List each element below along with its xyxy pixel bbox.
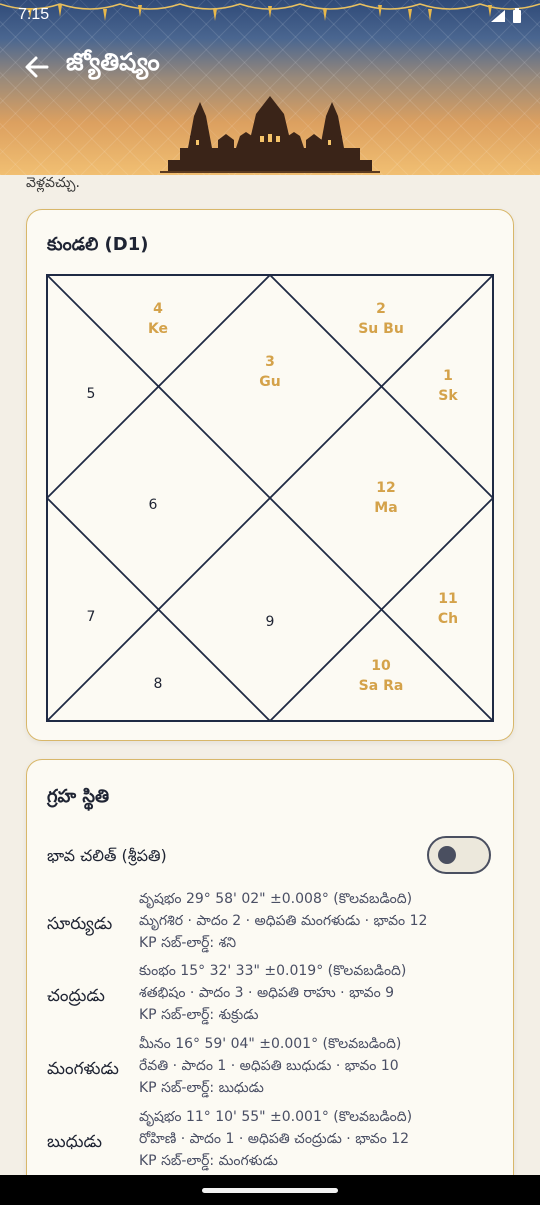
- planet-row-mars: మంగళుడు మీనం 16° 59' 04" ±0.001° (కొలవబడ…: [47, 1033, 497, 1105]
- planet-kp-sublord: KP సబ్-లార్డ్: శని: [139, 935, 237, 951]
- planet-position: మీనం 16° 59' 04" ±0.001° (కొలవబడింది): [139, 1036, 402, 1052]
- planet-position: వృషభం 11° 10' 55" ±0.001° (కొలవబడింది): [139, 1109, 413, 1125]
- kundali-title: కుండలి (D1): [47, 234, 149, 255]
- system-navigation-bar: [0, 1175, 540, 1205]
- bhava-chalit-label: భావ చలిత్ (శ్రీపతి): [47, 846, 167, 865]
- graha-title: గ్రహ స్థితి: [47, 786, 110, 807]
- graha-sthiti-card: గ్రహ స్థితి భావ చలిత్ (శ్రీపతి) సూర్యుడు…: [26, 759, 514, 1175]
- planet-name: మంగళుడు: [47, 1059, 119, 1079]
- planet-row-sun: సూర్యుడు వృషభం 29° 58' 02" ±0.008° (కొలవ…: [47, 888, 497, 960]
- house-planets-2: Su Bu: [358, 321, 404, 337]
- house-number-9: 9: [266, 614, 275, 630]
- planet-kp-sublord: KP సబ్-లార్డ్: మంగళుడు: [139, 1153, 278, 1169]
- planet-name: సూర్యుడు: [47, 914, 113, 934]
- planet-row-moon: చంద్రుడు కుంభం 15° 32' 33" ±0.019° (కొలవ…: [47, 960, 497, 1032]
- previous-section-text: వెళ్లవచ్చు.: [26, 175, 80, 191]
- planet-details: కుంభం 15° 32' 33" ±0.019° (కొలవబడింది) శ…: [139, 960, 406, 1026]
- house-number-8: 8: [154, 676, 163, 692]
- planet-kp-sublord: KP సబ్-లార్డ్: బుధుడు: [139, 1080, 264, 1096]
- house-planets-12: Ma: [374, 500, 397, 516]
- planet-details: వృషభం 29° 58' 02" ±0.008° (కొలవబడింది) మ…: [139, 888, 427, 954]
- kundali-card: కుండలి (D1) 4 Ke 2 Su Bu 3 Gu 1 Sk 5 6 12 Ma 7 9 11 Ch 8…: [26, 209, 514, 741]
- house-planets-1: Sk: [438, 388, 458, 404]
- house-planets-10: Sa Ra: [359, 678, 404, 694]
- planet-name: బుధుడు: [47, 1132, 102, 1152]
- battery-icon: [513, 8, 521, 23]
- signal-icon: [491, 10, 505, 22]
- house-number-6: 6: [149, 497, 158, 513]
- planet-details: వృషభం 11° 10' 55" ±0.001° (కొలవబడింది) ర…: [139, 1106, 412, 1172]
- planet-details: మీనం 16° 59' 04" ±0.001° (కొలవబడింది) రే…: [139, 1033, 401, 1099]
- house-number-12: 12: [376, 480, 395, 496]
- header-banner: 7:15 జ్యోతిష్యం: [0, 0, 540, 175]
- house-number-11: 11: [438, 591, 457, 607]
- planet-row-mercury: బుధుడు వృషభం 11° 10' 55" ±0.001° (కొలవబడ…: [47, 1106, 497, 1175]
- house-planets-3: Gu: [259, 374, 280, 390]
- planet-nakshatra: మృగశిర · పాదం 2 · అధిపతి మంగళుడు · భావం …: [139, 913, 428, 929]
- status-time: 7:15: [18, 6, 50, 23]
- planet-nakshatra: రోహిణి · పాదం 1 · అధిపతి చంద్రుడు · భావం…: [139, 1131, 410, 1147]
- house-number-4: 4: [153, 301, 163, 317]
- house-number-1: 1: [443, 368, 453, 384]
- planet-name: చంద్రుడు: [47, 986, 105, 1006]
- back-arrow-icon[interactable]: [20, 50, 54, 84]
- planet-position: కుంభం 15° 32' 33" ±0.019° (కొలవబడింది): [139, 963, 407, 979]
- temple-silhouette-image: [160, 96, 380, 173]
- planet-position: వృషభం 29° 58' 02" ±0.008° (కొలవబడింది): [139, 891, 413, 907]
- bhava-chalit-toggle[interactable]: [427, 836, 491, 874]
- page-title: జ్యోతిష్యం: [66, 48, 160, 76]
- house-number-2: 2: [376, 301, 386, 317]
- house-number-3: 3: [265, 354, 275, 370]
- house-planets-4: Ke: [148, 321, 168, 337]
- toggle-knob: [438, 846, 456, 864]
- house-number-5: 5: [87, 386, 96, 402]
- house-planets-11: Ch: [438, 611, 458, 627]
- planet-kp-sublord: KP సబ్-లార్డ్: శుక్రుడు: [139, 1007, 259, 1023]
- kundali-chart: 4 Ke 2 Su Bu 3 Gu 1 Sk 5 6 12 Ma 7 9 11 Ch 8 10 Sa Ra: [46, 274, 494, 722]
- house-number-7: 7: [87, 609, 96, 625]
- planet-nakshatra: శతభిషం · పాదం 3 · అధిపతి రాహు · భావం 9: [139, 985, 395, 1001]
- status-bar: 7:15: [0, 0, 540, 32]
- home-gesture-handle[interactable]: [202, 1188, 338, 1193]
- scroll-content[interactable]: వెళ్లవచ్చు. కుండలి (D1) 4 Ke 2 Su Bu 3 Gu 1 Sk 5…: [0, 175, 540, 1175]
- planet-nakshatra: రేవతి · పాదం 1 · అధిపతి బుధుడు · భావం 10: [139, 1058, 399, 1074]
- bhava-chalit-row: భావ చలిత్ (శ్రీపతి): [47, 836, 497, 876]
- house-number-10: 10: [371, 658, 391, 674]
